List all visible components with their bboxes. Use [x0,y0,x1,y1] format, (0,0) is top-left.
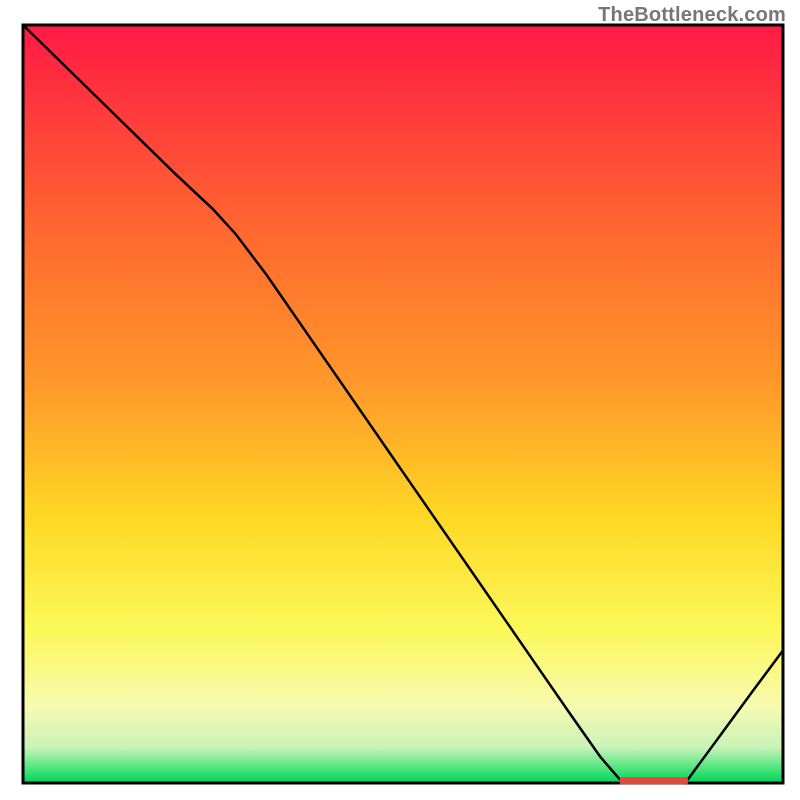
minimum-marker-bar [620,777,688,784]
bottleneck-chart [0,0,800,800]
plot-gradient-fill [25,27,782,782]
